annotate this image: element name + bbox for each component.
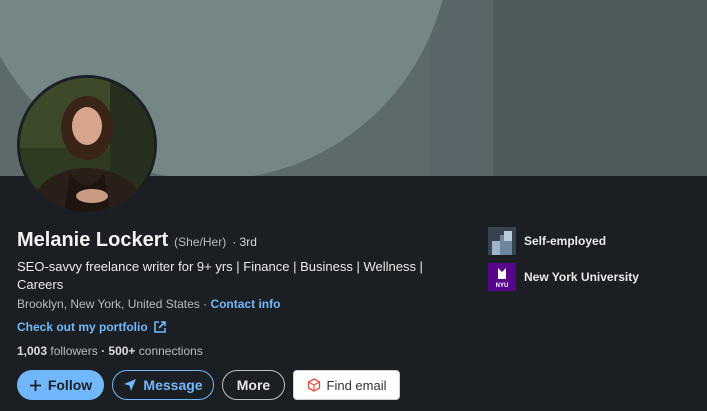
pronouns: (She/Her): [174, 235, 227, 249]
profile-photo-image: [20, 78, 154, 212]
location-row: Brooklyn, New York, United States · Cont…: [17, 297, 280, 311]
external-link-icon: [153, 321, 166, 333]
profile-photo[interactable]: [17, 75, 157, 215]
network-stats: 1,003 followers · 500+ connections: [17, 344, 203, 358]
company-name: Self-employed: [524, 234, 607, 248]
profile-actions: Follow Message More Find email: [17, 370, 400, 400]
school-name: New York University: [524, 270, 639, 284]
company-logo: [488, 227, 516, 255]
find-email-icon: [307, 378, 320, 392]
profile-headline: SEO-savvy freelance writer for 9+ yrs | …: [17, 259, 423, 292]
message-label: Message: [143, 377, 203, 393]
find-email-label: Find email: [326, 377, 387, 393]
name-row: Melanie Lockert (She/Her) · 3rd: [17, 229, 257, 252]
connections-label: connections: [138, 344, 203, 358]
cover-shape: [493, 0, 707, 176]
find-email-button[interactable]: Find email: [293, 370, 400, 400]
followers-count: 1,003: [17, 344, 48, 358]
portfolio-link-label: Check out my portfolio: [17, 320, 148, 334]
nyu-logo: NYU: [488, 263, 516, 291]
contact-info-link[interactable]: Contact info: [210, 297, 280, 311]
profile-name: Melanie Lockert: [17, 229, 169, 251]
followers-label: followers: [50, 344, 98, 358]
send-icon: [124, 379, 137, 391]
education[interactable]: NYU New York University: [488, 263, 639, 291]
message-button[interactable]: Message: [112, 370, 214, 400]
location: Brooklyn, New York, United States ·: [17, 297, 208, 311]
nyu-logo-text: NYU: [496, 283, 509, 289]
cover-shape: [430, 0, 493, 176]
portfolio-link[interactable]: Check out my portfolio: [17, 320, 166, 334]
follow-button[interactable]: Follow: [17, 370, 104, 400]
follow-label: Follow: [47, 377, 93, 393]
current-position[interactable]: Self-employed: [488, 227, 606, 255]
more-button[interactable]: More: [222, 370, 285, 400]
connection-degree: · 3rd: [232, 235, 257, 249]
more-label: More: [236, 377, 271, 393]
plus-icon: [29, 379, 41, 391]
connections-count[interactable]: · 500+: [101, 344, 135, 358]
